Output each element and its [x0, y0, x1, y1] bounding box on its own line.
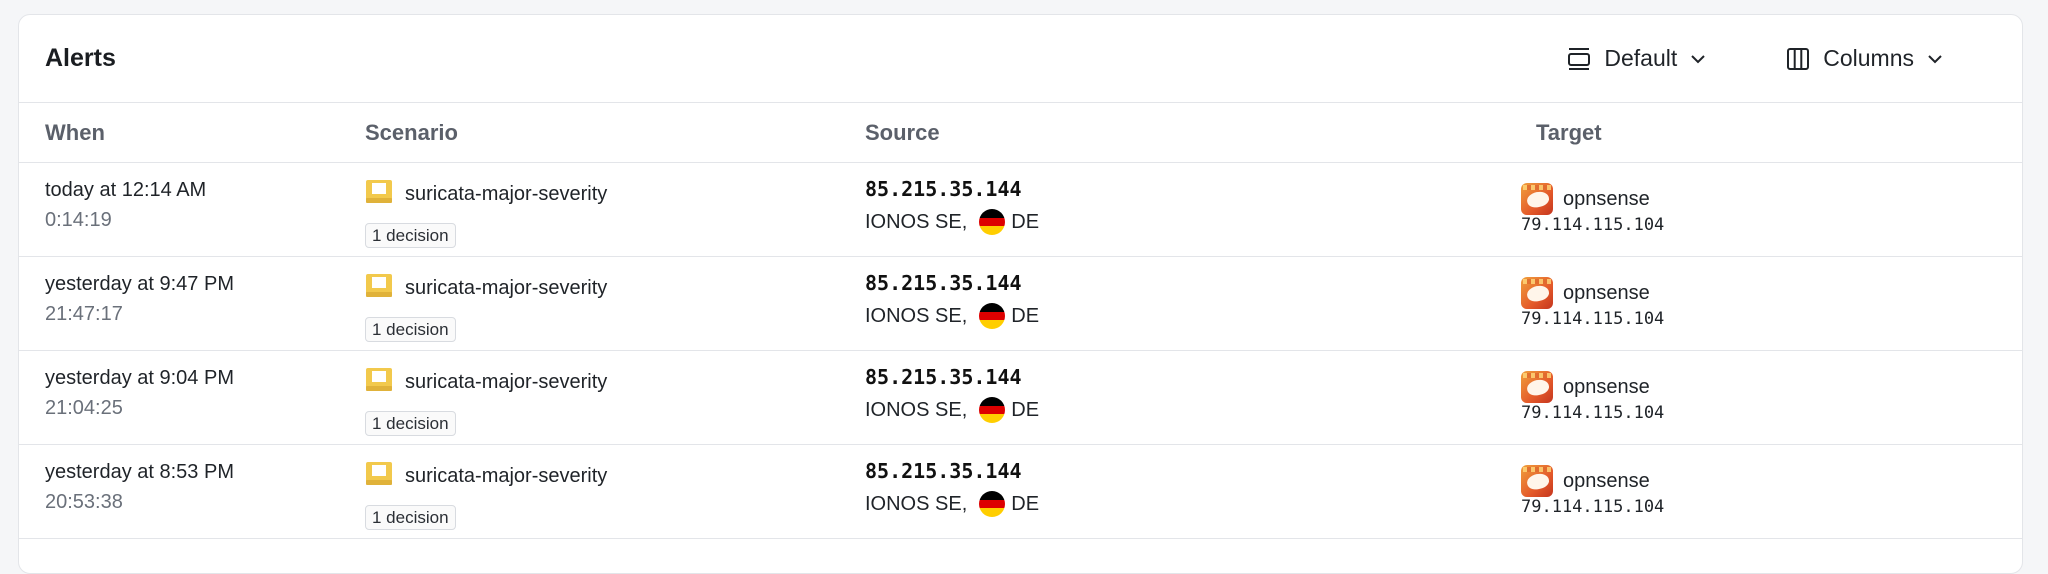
decision-badge[interactable]: 1 decision — [365, 411, 456, 436]
scenario-name[interactable]: suricata-major-severity — [405, 183, 607, 206]
target-ip: 79.114.115.104 — [1521, 403, 1665, 423]
when-relative: today at 12:14 AM — [45, 179, 207, 201]
table-header: When Scenario Source Target — [19, 103, 2022, 163]
when-time: 21:47:17 — [45, 303, 123, 325]
opnsense-icon — [1521, 465, 1553, 497]
source-country: DE — [1011, 304, 1040, 327]
columns-label: Columns — [1823, 45, 1914, 71]
opnsense-icon — [1521, 277, 1553, 309]
source-org-line: IONOS SE, DE — [865, 491, 1039, 517]
column-header-target[interactable]: Target — [1536, 103, 1602, 163]
suricata-icon — [365, 179, 393, 210]
view-select-label: Default — [1604, 45, 1678, 71]
column-header-scenario[interactable]: Scenario — [365, 103, 458, 163]
table-row[interactable]: yesterday at 9:04 PM 21:04:25 suricata-m… — [19, 351, 2022, 445]
opnsense-icon — [1521, 183, 1553, 215]
target-name[interactable]: opnsense — [1563, 188, 1650, 211]
source-org: IONOS SE, — [865, 210, 968, 233]
alerts-panel: Alerts Default Columns When Scenario Sou… — [18, 14, 2023, 574]
source-country: DE — [1011, 210, 1040, 233]
opnsense-icon — [1521, 371, 1553, 403]
columns-icon — [1785, 46, 1811, 72]
table-row[interactable]: yesterday at 9:47 PM 21:47:17 suricata-m… — [19, 257, 2022, 351]
germany-flag-icon — [979, 397, 1006, 423]
suricata-icon — [365, 461, 393, 492]
germany-flag-icon — [979, 209, 1006, 235]
when-time: 0:14:19 — [45, 209, 112, 231]
when-relative: yesterday at 9:47 PM — [45, 273, 234, 295]
when-time: 21:04:25 — [45, 397, 123, 419]
source-org: IONOS SE, — [865, 492, 968, 515]
columns-button[interactable]: Columns — [1785, 45, 1944, 72]
column-header-when[interactable]: When — [45, 103, 105, 163]
target-name[interactable]: opnsense — [1563, 376, 1650, 399]
alerts-table: When Scenario Source Target today at 12:… — [19, 103, 2022, 539]
scenario-name[interactable]: suricata-major-severity — [405, 277, 607, 300]
target-ip: 79.114.115.104 — [1521, 497, 1665, 517]
source-ip[interactable]: 85.215.35.144 — [865, 177, 1022, 201]
when-time: 20:53:38 — [45, 491, 123, 513]
source-ip[interactable]: 85.215.35.144 — [865, 271, 1022, 295]
chevron-down-icon — [1926, 50, 1944, 68]
scenario-name[interactable]: suricata-major-severity — [405, 465, 607, 488]
decision-badge[interactable]: 1 decision — [365, 505, 456, 530]
suricata-icon — [365, 367, 393, 398]
chevron-down-icon — [1689, 50, 1707, 68]
source-country: DE — [1011, 492, 1040, 515]
decision-badge[interactable]: 1 decision — [365, 317, 456, 342]
table-row[interactable]: today at 12:14 AM 0:14:19 suricata-major… — [19, 163, 2022, 257]
source-org: IONOS SE, — [865, 304, 968, 327]
table-row[interactable]: yesterday at 8:53 PM 20:53:38 suricata-m… — [19, 445, 2022, 539]
germany-flag-icon — [979, 303, 1006, 329]
panel-header: Alerts Default Columns — [19, 15, 2022, 103]
target-ip: 79.114.115.104 — [1521, 309, 1665, 329]
source-ip[interactable]: 85.215.35.144 — [865, 459, 1022, 483]
page-title: Alerts — [45, 44, 116, 72]
target-name[interactable]: opnsense — [1563, 282, 1650, 305]
view-select-button[interactable]: Default — [1566, 45, 1707, 72]
target-name[interactable]: opnsense — [1563, 470, 1650, 493]
source-org-line: IONOS SE, DE — [865, 397, 1039, 423]
layout-icon — [1566, 46, 1592, 72]
source-org: IONOS SE, — [865, 398, 968, 421]
source-country: DE — [1011, 398, 1040, 421]
source-org-line: IONOS SE, DE — [865, 303, 1039, 329]
target-ip: 79.114.115.104 — [1521, 215, 1665, 235]
when-relative: yesterday at 9:04 PM — [45, 367, 234, 389]
scenario-name[interactable]: suricata-major-severity — [405, 371, 607, 394]
source-org-line: IONOS SE, DE — [865, 209, 1039, 235]
column-header-source[interactable]: Source — [865, 103, 940, 163]
decision-badge[interactable]: 1 decision — [365, 223, 456, 248]
source-ip[interactable]: 85.215.35.144 — [865, 365, 1022, 389]
when-relative: yesterday at 8:53 PM — [45, 461, 234, 483]
germany-flag-icon — [979, 491, 1006, 517]
suricata-icon — [365, 273, 393, 304]
